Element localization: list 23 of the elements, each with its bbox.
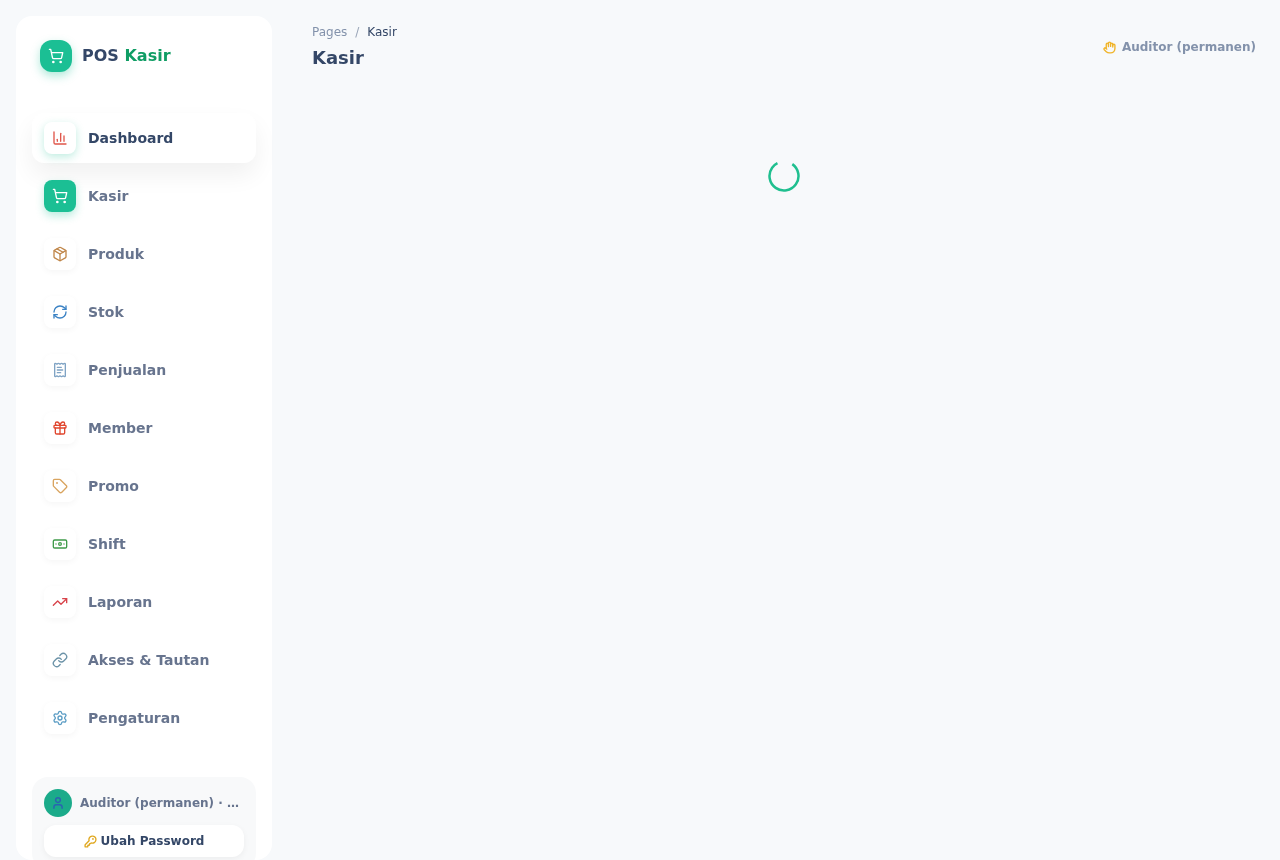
sidebar-nav-item[interactable]: Stok [32, 287, 256, 337]
sidebar-nav-item[interactable]: Shift [32, 519, 256, 569]
sidebar-nav-item[interactable]: Akses & Tautan [32, 635, 256, 685]
sidebar-nav-item[interactable]: Dashboard [32, 113, 256, 163]
key-icon [83, 834, 97, 848]
hand-icon [1102, 40, 1116, 54]
sidebar-nav-item[interactable]: Member [32, 403, 256, 453]
breadcrumb-current-page: Kasir [367, 24, 397, 40]
sidebar-nav-item[interactable]: Laporan [32, 577, 256, 627]
sidebar-nav-item[interactable]: Produk [32, 229, 256, 279]
breadcrumb-link[interactable]: Pages [312, 24, 348, 40]
sidebar-nav-item[interactable]: Penjualan [32, 345, 256, 395]
sidebar-nav-item[interactable]: Pengaturan [32, 693, 256, 743]
breadcrumb-separator: / [355, 24, 360, 40]
user-greeting: Auditor (permanen) [1121, 39, 1256, 56]
page-title: Kasir [312, 46, 365, 70]
brand-title: POS Kasir [82, 45, 171, 67]
cart-icon [40, 40, 72, 72]
user-avatar-icon [44, 789, 72, 817]
user-name: Auditor (permanen) · … [80, 795, 239, 812]
sidebar-nav-item[interactable]: Kasir [32, 171, 256, 221]
sidebar-nav-item[interactable]: Promo [32, 461, 256, 511]
change-password-button[interactable]: Ubah Password [44, 825, 244, 857]
